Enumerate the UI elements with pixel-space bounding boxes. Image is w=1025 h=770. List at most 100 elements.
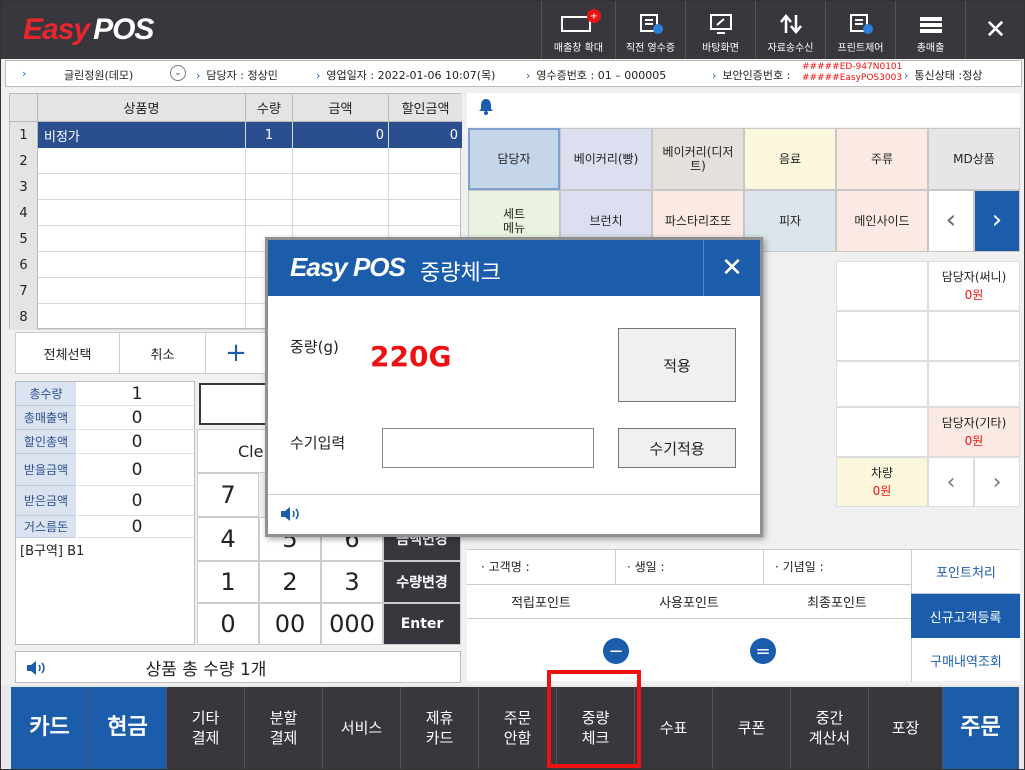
select-all-button[interactable]: 전체선택 <box>16 333 120 373</box>
item-discount <box>389 174 462 200</box>
manual-apply-button[interactable]: 수기적용 <box>618 428 736 468</box>
check-payment-button[interactable]: 수표 <box>635 687 713 769</box>
category-md-goods[interactable]: MD상품 <box>928 128 1020 190</box>
key-3[interactable]: 3 <box>321 561 383 603</box>
interim-bill-button[interactable]: 중간 계산서 <box>791 687 869 769</box>
enter-key[interactable]: Enter <box>383 603 461 645</box>
top-toolbar: Easy POS + 매출창 확대 직전 영수증 바탕화면 자료송수신 프린트제… <box>1 1 1024 59</box>
category-bakery-dessert[interactable]: 베이커리(디저트) <box>652 128 744 190</box>
table-row[interactable]: 1 비정가 1 0 0 <box>10 122 462 148</box>
amount-received-label: 받은금액 <box>16 486 76 516</box>
table-row[interactable]: 3 <box>10 174 462 200</box>
desktop-button[interactable]: 바탕화면 <box>685 1 755 59</box>
last-receipt-button[interactable]: 직전 영수증 <box>615 1 685 59</box>
category-prev-button[interactable]: ‹ <box>928 190 974 252</box>
key-4[interactable]: 4 <box>197 517 259 561</box>
category-liquor[interactable]: 주류 <box>836 128 928 190</box>
product-slot[interactable] <box>928 311 1020 361</box>
key-00[interactable]: 00 <box>259 603 321 645</box>
weight-value: 220G <box>370 340 452 373</box>
item-amount <box>293 200 389 226</box>
item-name <box>38 148 246 174</box>
product-staff-sunny[interactable]: 담당자(써니) 0원 <box>928 261 1020 311</box>
product-tea[interactable]: 차량 0원 <box>836 457 928 507</box>
store-dropdown-icon[interactable]: ⌄ <box>170 65 186 81</box>
key-1[interactable]: 1 <box>197 561 259 603</box>
discount-total-label: 할인총액 <box>16 430 76 454</box>
total-qty-label: 총수량 <box>16 382 76 406</box>
category-next-button[interactable]: › <box>974 190 1020 252</box>
manual-weight-input[interactable] <box>382 428 594 468</box>
printer-icon <box>849 14 873 34</box>
chevron-right-icon: › <box>316 69 321 82</box>
receipt-number: › 영수증번호 : 01 – 000005 <box>526 69 667 82</box>
row-number: 3 <box>10 174 38 200</box>
point-process-button[interactable]: 포인트처리 <box>911 550 1020 594</box>
category-beverage[interactable]: 음료 <box>744 128 836 190</box>
data-transfer-button[interactable]: 자료송수신 <box>755 1 825 59</box>
chevron-right-icon: › <box>526 69 531 82</box>
qty-change-key[interactable]: 수량변경 <box>383 561 461 603</box>
security-code: #####ED-947N0101 #####EasyPOS3003 <box>802 62 903 83</box>
product-slot[interactable] <box>836 261 928 311</box>
key-0[interactable]: 0 <box>197 603 259 645</box>
total-sales-value: 0 <box>78 406 196 430</box>
product-prev-button[interactable]: ‹ <box>928 457 974 507</box>
payment-toolbar: 카드 현금 기타 결제 분할 결제 서비스 제휴 카드 주문 안함 중량 체크 … <box>1 685 1024 769</box>
print-control-button[interactable]: 프린트제어 <box>825 1 895 59</box>
coupon-button[interactable]: 쿠폰 <box>713 687 791 769</box>
product-slot[interactable] <box>836 361 928 407</box>
new-customer-button[interactable]: 신규고객등록 <box>911 594 1020 638</box>
store-name: 글린정원(데모) <box>64 69 134 82</box>
cash-payment-button[interactable]: 현금 <box>89 687 167 769</box>
product-next-button[interactable]: › <box>974 457 1020 507</box>
plus-button[interactable]: + <box>206 333 266 373</box>
cancel-button[interactable]: 취소 <box>120 333 206 373</box>
status-bar: 상품 총 수량 1개 <box>15 651 461 683</box>
speaker-icon[interactable] <box>280 506 304 522</box>
key-2[interactable]: 2 <box>259 561 321 603</box>
security-code-label: › 보안인증번호 : <box>712 69 791 82</box>
no-order-button[interactable]: 주문 안함 <box>479 687 557 769</box>
bell-icon[interactable] <box>477 97 495 115</box>
total-sales-button[interactable]: 총매출 <box>895 1 965 59</box>
item-name: 비정가 <box>38 122 246 148</box>
item-discount: 0 <box>389 122 462 148</box>
takeout-button[interactable]: 포장 <box>869 687 943 769</box>
key-7[interactable]: 7 <box>197 473 259 517</box>
product-slot[interactable] <box>928 361 1020 407</box>
split-payment-button[interactable]: 분할 결제 <box>245 687 323 769</box>
earned-points-label: 적립포인트 <box>511 595 571 611</box>
item-qty <box>246 174 293 200</box>
amount-received-value: 0 <box>78 486 196 516</box>
expand-window-button[interactable]: + 매출창 확대 <box>541 1 615 59</box>
dialog-logo: Easy POS <box>290 252 406 282</box>
order-button[interactable]: 주문 <box>943 687 1019 769</box>
purchase-history-button[interactable]: 구매내역조회 <box>911 638 1020 682</box>
product-staff-etc[interactable]: 담당자(기타) 0원 <box>928 407 1020 457</box>
category-main-side[interactable]: 메인사이드 <box>836 190 928 252</box>
receipt-icon <box>639 14 663 34</box>
product-slot[interactable] <box>836 311 928 361</box>
key-000[interactable]: 000 <box>321 603 383 645</box>
close-window-button[interactable]: ✕ <box>965 1 1024 59</box>
speaker-icon[interactable] <box>26 660 50 676</box>
card-payment-button[interactable]: 카드 <box>11 687 89 769</box>
category-staff[interactable]: 담당자 <box>468 128 560 190</box>
table-row[interactable]: 4 <box>10 200 462 226</box>
chevron-right-icon: › <box>904 69 909 82</box>
category-bakery-bread[interactable]: 베이커리(빵) <box>560 128 652 190</box>
apply-button[interactable]: 적용 <box>618 328 736 402</box>
chevron-right-icon: › <box>712 69 717 82</box>
item-name <box>38 174 246 200</box>
chevron-right-icon: › <box>22 67 27 80</box>
table-row[interactable]: 2 <box>10 148 462 174</box>
partner-card-button[interactable]: 제휴 카드 <box>401 687 479 769</box>
weight-check-button[interactable]: 중량 체크 <box>557 687 635 769</box>
customer-panel: · 고객명 : · 생일 : · 기념일 : 적립포인트 사용포인트 최종포인트… <box>467 549 1020 682</box>
total-sales-icon <box>919 17 942 33</box>
other-payment-button[interactable]: 기타 결제 <box>167 687 245 769</box>
dialog-close-button[interactable]: ✕ <box>703 240 760 296</box>
product-slot[interactable] <box>836 407 928 457</box>
service-button[interactable]: 서비스 <box>323 687 401 769</box>
